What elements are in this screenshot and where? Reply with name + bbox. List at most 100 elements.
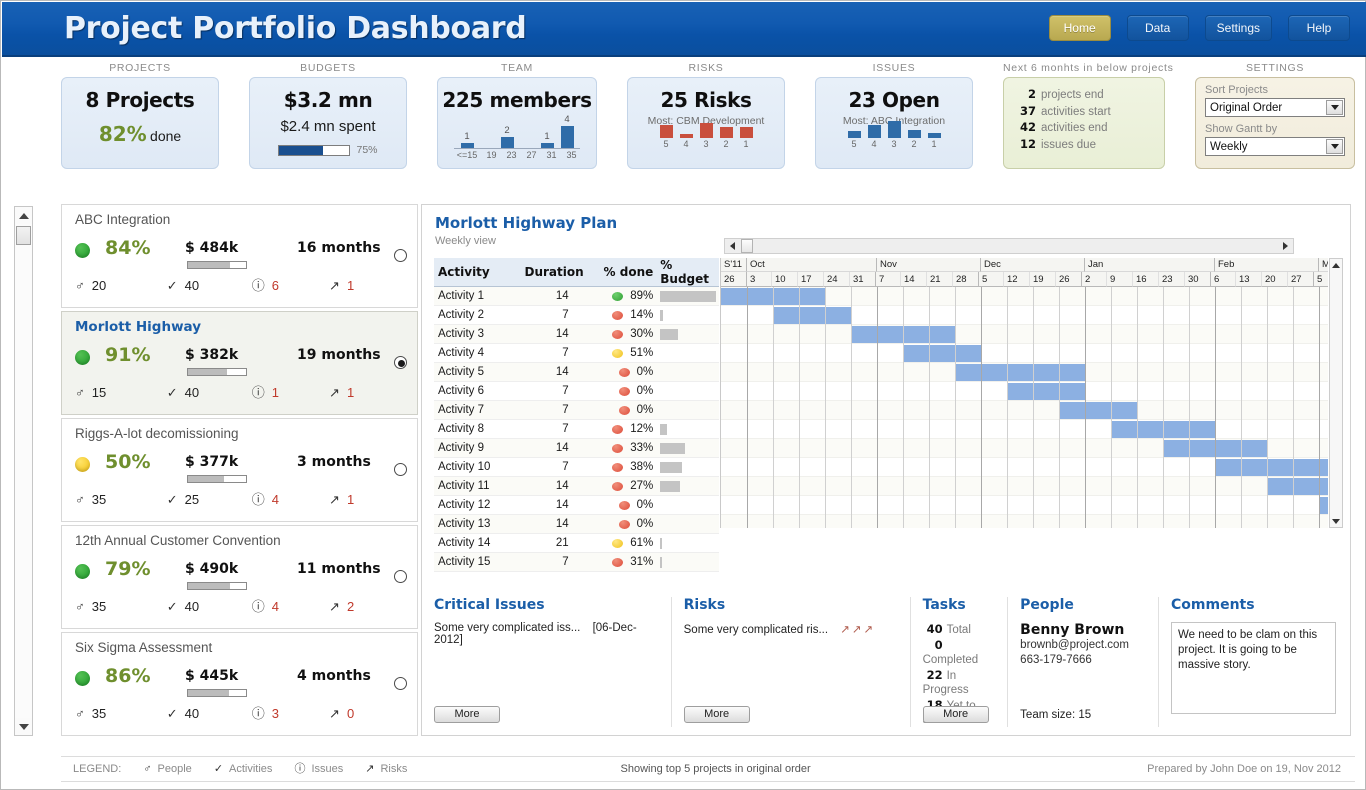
table-row[interactable]: Activity 14 21 61% [434, 533, 719, 553]
project-card[interactable]: Six Sigma Assessment 86% $ 445k 4 months ♂ 35… [61, 632, 418, 736]
gantt-gridline [747, 287, 748, 528]
project-card[interactable]: ABC Integration 84% $ 484k 16 months ♂ 20 ✓ 40 ⓘ… [61, 204, 418, 308]
table-row[interactable]: Activity 11 14 27% [434, 476, 719, 496]
table-row[interactable]: Activity 15 7 31% [434, 552, 719, 572]
project-select-radio[interactable] [394, 356, 407, 369]
scroll-down-icon[interactable] [1330, 515, 1342, 527]
gantt-week-label: 24 [824, 272, 850, 287]
table-row[interactable]: Activity 8 7 12% [434, 419, 719, 439]
table-row[interactable]: Activity 9 14 33% [434, 438, 719, 458]
project-people-count: 35 [91, 705, 107, 721]
nav-home-button[interactable]: Home [1048, 15, 1111, 41]
project-card[interactable]: Morlott Highway 91% $ 382k 19 months ♂ 15 ✓ 40 ⓘ… [61, 311, 418, 415]
project-risks: ↗ 0 [329, 706, 387, 721]
scroll-up-icon[interactable] [1330, 259, 1342, 271]
gantt-bar[interactable] [1215, 459, 1328, 476]
gantt-chart[interactable]: S'11OctNovDecJanFebMar 26310172431714212… [720, 258, 1328, 528]
activity-done-value: 0% [636, 518, 654, 530]
activity-status-dot [612, 443, 624, 453]
project-select-radio[interactable] [394, 677, 407, 690]
activity-done: 0% [588, 381, 657, 401]
gantt-row [721, 287, 1328, 306]
projects-scrollbar[interactable] [14, 206, 33, 736]
budget-progress-label: 75% [356, 144, 378, 156]
project-people: ♂ 35 [75, 492, 167, 507]
activity-name: Activity 2 [434, 305, 525, 325]
scroll-left-icon[interactable] [725, 239, 740, 253]
chevron-down-icon[interactable] [1326, 100, 1343, 115]
project-budget: $ 382k [185, 347, 239, 363]
kpi-team-box[interactable]: 225 members 1 2 1 4 <=15 19 23 27 31 35 [437, 77, 597, 169]
project-issues: ⓘ 6 [252, 278, 329, 293]
kpi-budgets-box[interactable]: $3.2 mn $2.4 mn spent 75% [249, 77, 407, 169]
comments-text[interactable]: We need to be clam on this project. It i… [1171, 622, 1337, 714]
scroll-right-icon[interactable] [1278, 239, 1293, 253]
activity-done-value: 31% [630, 556, 654, 568]
project-risks: ↗ 1 [329, 492, 387, 507]
project-select-radio[interactable] [394, 249, 407, 262]
kpi-settings-box: Sort Projects Original Order Show Gantt … [1195, 77, 1355, 169]
kpi-upcoming-box[interactable]: 2 projects end 37 activities start 42 activit… [1003, 77, 1165, 169]
activity-duration: 14 [524, 476, 589, 496]
activity-status-dot [618, 386, 630, 396]
table-row[interactable]: Activity 10 7 38% [434, 457, 719, 477]
table-row[interactable]: Activity 7 7 0% [434, 400, 719, 420]
gantt-gridline [903, 287, 904, 528]
activity-budget-bar [660, 290, 717, 302]
table-row[interactable]: Activity 13 14 0% [434, 514, 719, 534]
task-row: 40 Total [923, 622, 998, 638]
project-card[interactable]: 12th Annual Customer Convention 79% $ 490k… [61, 525, 418, 629]
gantt-bar[interactable] [903, 345, 981, 362]
table-row[interactable]: Activity 1 14 89% [434, 286, 719, 306]
sort-projects-select[interactable]: Original Order [1205, 98, 1345, 117]
table-row[interactable]: Activity 3 14 30% [434, 324, 719, 344]
critical-issues-more-button[interactable]: More [434, 706, 500, 723]
gantt-bar[interactable] [1059, 402, 1137, 419]
activity-duration: 7 [524, 381, 589, 401]
nav-settings-button[interactable]: Settings [1204, 15, 1272, 41]
project-budget: $ 377k [185, 454, 239, 470]
histogram-bar [867, 125, 881, 138]
kpi-issues-box[interactable]: 23 Open Most: ABC Integration 54321 [815, 77, 973, 169]
chevron-down-icon[interactable] [1326, 139, 1343, 154]
gantt-week-label: 28 [953, 272, 979, 287]
table-row[interactable]: Activity 5 14 0% [434, 362, 719, 382]
kpi-projects-box[interactable]: 8 Projects 82% done [61, 77, 219, 169]
table-row[interactable]: Activity 4 7 51% [434, 343, 719, 363]
gantt-hscroll-thumb[interactable] [741, 239, 753, 253]
table-row[interactable]: Activity 6 7 0% [434, 381, 719, 401]
gantt-row [721, 382, 1328, 401]
activity-done: 14% [588, 305, 657, 325]
nav-data-button[interactable]: Data [1126, 15, 1189, 41]
risk-arrow-icon: ↗ [365, 762, 375, 775]
activity-done-value: 14% [630, 309, 654, 321]
table-row[interactable]: Activity 12 14 0% [434, 495, 719, 515]
gantt-bar[interactable] [1319, 497, 1328, 514]
tasks-more-button[interactable]: More [922, 706, 989, 723]
activity-name: Activity 1 [434, 286, 525, 306]
show-gantt-by-select[interactable]: Weekly [1205, 137, 1345, 156]
scrollbar-thumb[interactable] [16, 226, 31, 245]
gantt-horizontal-scrollbar[interactable] [724, 238, 1294, 254]
nav-help-button[interactable]: Help [1288, 15, 1350, 41]
activity-done: 31% [588, 552, 657, 572]
gantt-bar[interactable] [1007, 383, 1085, 400]
gantt-bar[interactable] [955, 364, 1085, 381]
project-select-radio[interactable] [394, 463, 407, 476]
gantt-bar[interactable] [773, 307, 851, 324]
check-icon: ✓ [166, 598, 178, 614]
risks-more-button[interactable]: More [683, 706, 750, 723]
project-select-radio[interactable] [394, 570, 407, 583]
kpi-risks-box[interactable]: 25 Risks Most: CBM Development 54321 [627, 77, 785, 169]
scroll-up-icon[interactable] [15, 207, 32, 224]
gantt-gridline [1085, 287, 1086, 528]
gantt-week-label: 9 [1107, 272, 1133, 287]
gantt-row [721, 363, 1328, 382]
scroll-down-icon[interactable] [15, 718, 32, 735]
upcoming-count: 37 [1019, 103, 1036, 118]
project-card[interactable]: Riggs-A-lot decomissioning 50% $ 377k 3 mon… [61, 418, 418, 522]
gantt-vertical-scrollbar[interactable] [1329, 258, 1343, 528]
activity-duration: 14 [524, 514, 589, 534]
activity-name: Activity 6 [434, 381, 525, 401]
table-row[interactable]: Activity 2 7 14% [434, 305, 719, 325]
